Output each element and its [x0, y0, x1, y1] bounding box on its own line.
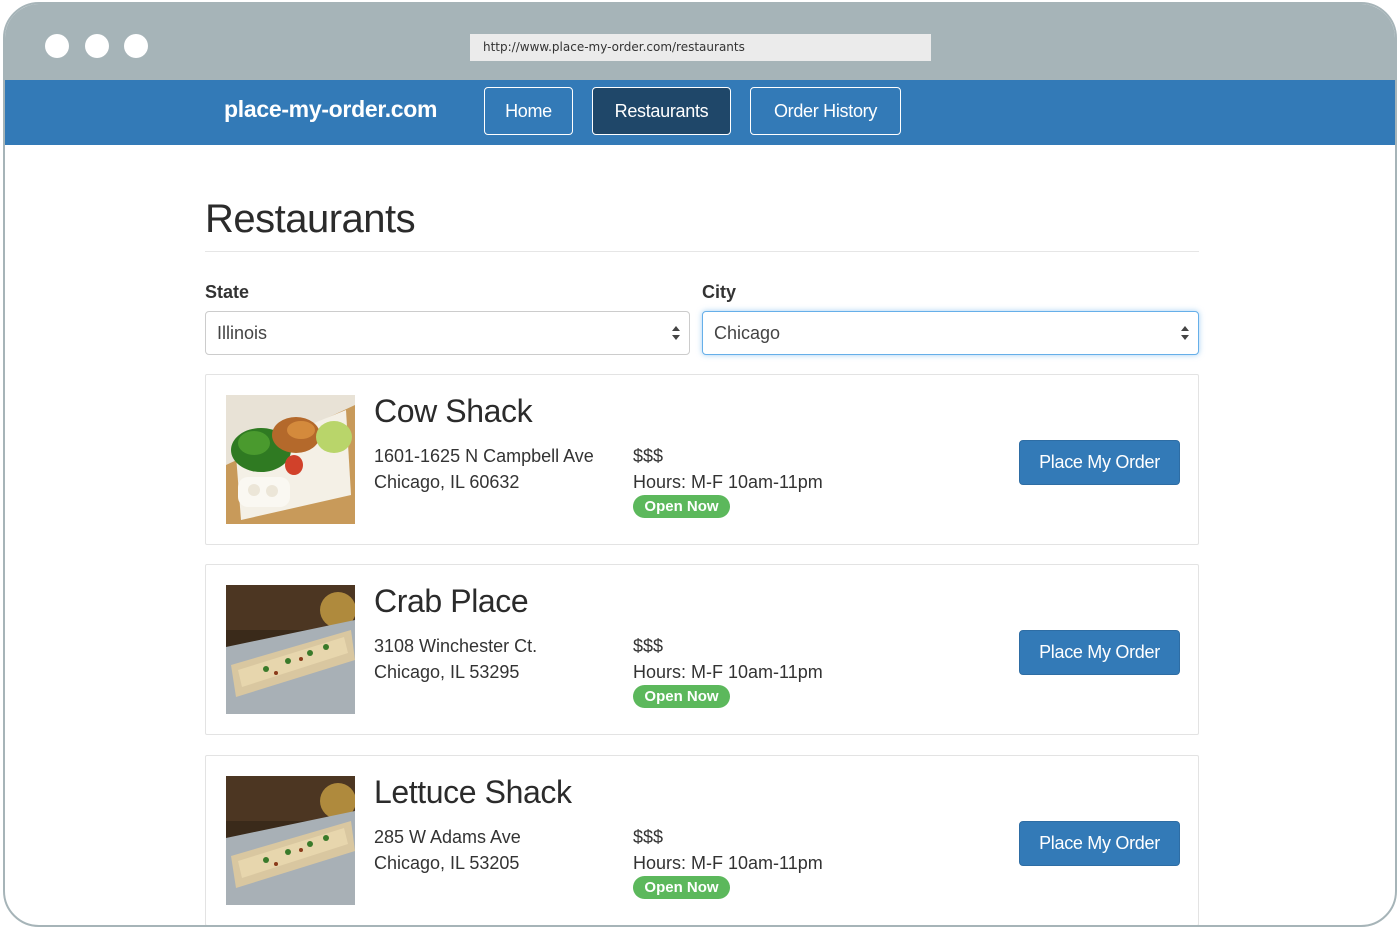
restaurant-meta: $$$ Hours: M-F 10am-11pm	[633, 633, 823, 685]
state-label: State	[205, 282, 250, 302]
restaurant-meta: $$$ Hours: M-F 10am-11pm	[633, 824, 823, 876]
restaurant-address: 3108 Winchester Ct. Chicago, IL 53295	[374, 633, 537, 685]
restaurant-card: Crab Place 3108 Winchester Ct. Chicago, …	[205, 564, 1199, 735]
address-line-2: Chicago, IL 60632	[374, 472, 520, 492]
price-level: $$$	[633, 827, 664, 847]
place-my-order-button[interactable]: Place My Order	[1019, 630, 1180, 675]
address-line-1: 285 W Adams Ave	[374, 827, 521, 847]
state-select[interactable]: Illinois	[205, 311, 690, 355]
price-level: $$$	[633, 636, 664, 656]
restaurant-photo	[226, 776, 355, 905]
open-now-badge: Open Now	[633, 876, 730, 899]
nav-home[interactable]: Home	[484, 87, 573, 135]
restaurant-card: Cow Shack 1601-1625 N Campbell Ave Chica…	[205, 374, 1199, 545]
restaurant-name: Lettuce Shack	[374, 774, 572, 810]
browser-window: http://www.place-my-order.com/restaurant…	[3, 2, 1397, 927]
city-label: City	[702, 282, 737, 302]
price-level: $$$	[633, 446, 664, 466]
address-line-1: 3108 Winchester Ct.	[374, 636, 538, 656]
window-close-dot[interactable]	[45, 34, 69, 58]
main-content: Restaurants State Illinois City Chicago	[5, 145, 1395, 925]
food-plate-image	[226, 395, 355, 524]
top-navbar: place-my-order.com Home Restaurants Orde…	[5, 80, 1395, 145]
open-now-badge: Open Now	[633, 495, 730, 518]
restaurant-card: Lettuce Shack 285 W Adams Ave Chicago, I…	[205, 755, 1199, 925]
opening-hours: Hours: M-F 10am-11pm	[633, 853, 823, 873]
place-my-order-button[interactable]: Place My Order	[1019, 821, 1180, 866]
nav-order-history[interactable]: Order History	[750, 87, 901, 135]
address-line-2: Chicago, IL 53295	[374, 662, 520, 682]
select-arrows-icon	[672, 326, 680, 340]
place-my-order-button[interactable]: Place My Order	[1019, 440, 1180, 485]
restaurant-address: 285 W Adams Ave Chicago, IL 53205	[374, 824, 521, 876]
city-select[interactable]: Chicago	[702, 311, 1199, 355]
window-maximize-dot[interactable]	[124, 34, 148, 58]
crab-cake-image	[226, 776, 355, 905]
restaurant-photo	[226, 395, 355, 524]
select-arrows-icon	[1181, 326, 1189, 340]
state-select-value: Illinois	[217, 323, 268, 343]
restaurant-name: Cow Shack	[374, 393, 533, 429]
restaurant-address: 1601-1625 N Campbell Ave Chicago, IL 606…	[374, 443, 594, 495]
window-minimize-dot[interactable]	[85, 34, 109, 58]
city-select-value: Chicago	[714, 323, 781, 343]
crab-cake-image	[226, 585, 355, 714]
opening-hours: Hours: M-F 10am-11pm	[633, 662, 823, 682]
address-line-1: 1601-1625 N Campbell Ave	[374, 446, 594, 466]
nav-restaurants[interactable]: Restaurants	[592, 87, 731, 135]
address-bar[interactable]: http://www.place-my-order.com/restaurant…	[470, 34, 931, 61]
browser-chrome: http://www.place-my-order.com/restaurant…	[5, 4, 1395, 80]
page-title: Restaurants	[205, 197, 416, 241]
opening-hours: Hours: M-F 10am-11pm	[633, 472, 823, 492]
restaurant-photo	[226, 585, 355, 714]
open-now-badge: Open Now	[633, 685, 730, 708]
restaurant-name: Crab Place	[374, 583, 529, 619]
title-divider	[205, 251, 1199, 252]
brand-logo[interactable]: place-my-order.com	[224, 96, 437, 123]
address-line-2: Chicago, IL 53205	[374, 853, 520, 873]
restaurant-meta: $$$ Hours: M-F 10am-11pm	[633, 443, 823, 495]
